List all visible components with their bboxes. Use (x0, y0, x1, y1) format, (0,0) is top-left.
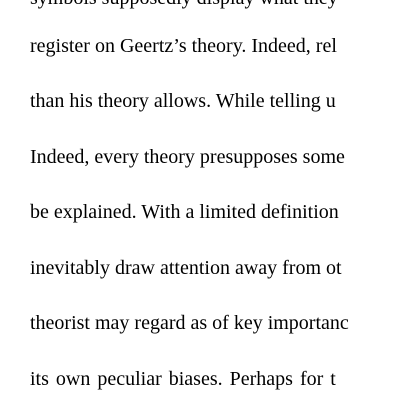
text-line: Indeed, every theory presupposes some (30, 146, 345, 168)
text-line: than his theory allows. While telling u (30, 90, 336, 112)
text-line: its own peculiar biases. Perhaps for t (30, 368, 336, 390)
text-line: symbols supposedly display what they (30, 0, 400, 10)
text-line: register on Geertz’s theory. Indeed, rel (30, 35, 337, 57)
document-page: symbols supposedly display what they reg… (0, 0, 400, 400)
text-line: theorist may regard as of key importanc (30, 312, 349, 334)
text-line: be explained. With a limited definition (30, 201, 339, 223)
text-line: inevitably draw attention away from ot (30, 257, 342, 279)
